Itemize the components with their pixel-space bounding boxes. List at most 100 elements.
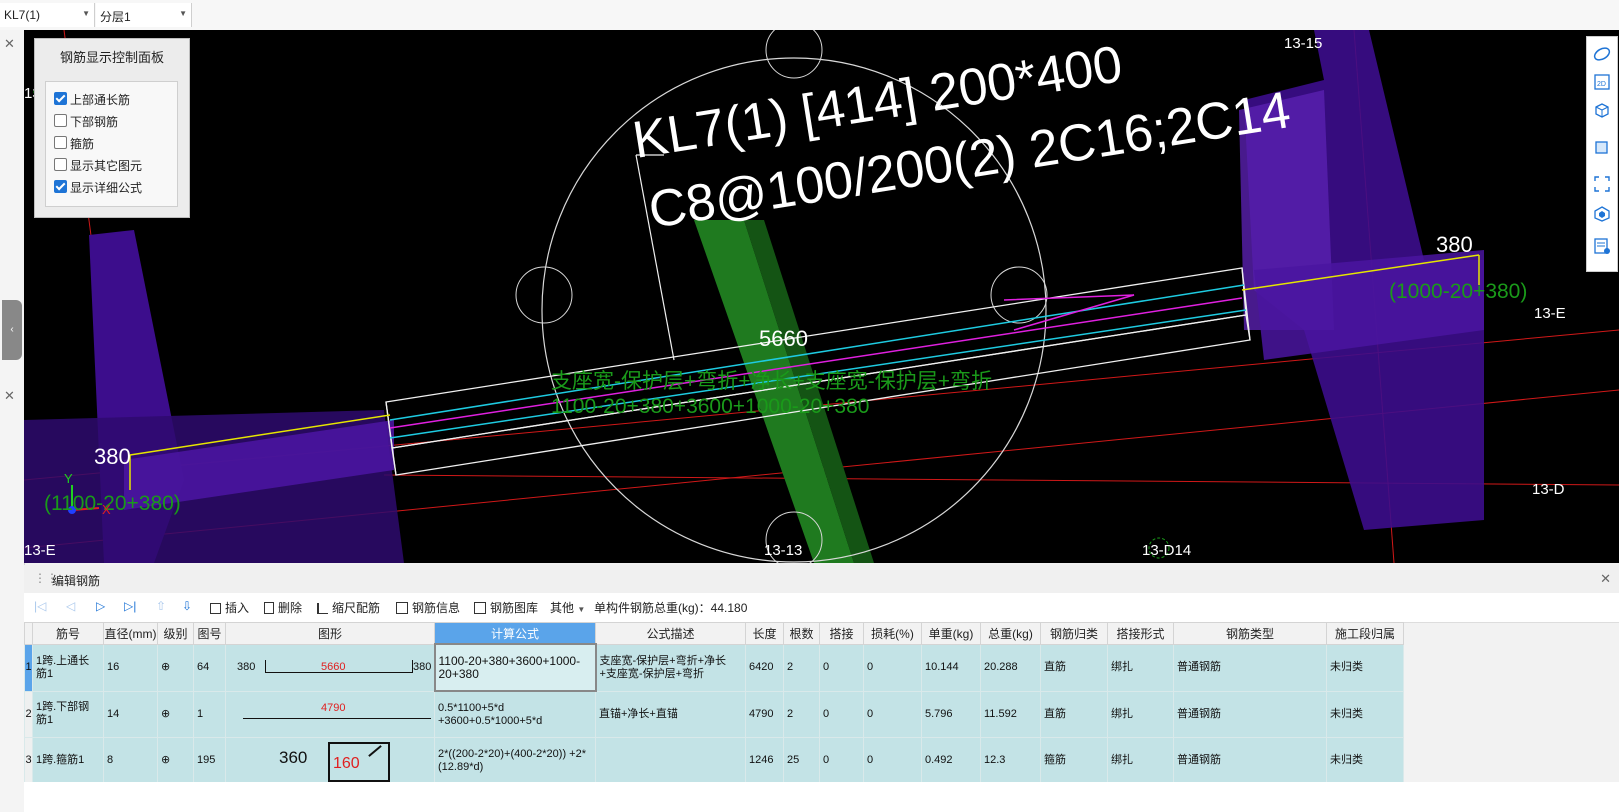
cell-category[interactable]: 箍筋 [1040,737,1108,784]
checkbox-icon[interactable] [54,114,67,127]
cell-description[interactable]: 支座宽-保护层+弯折+净长+支座宽-保护层+弯折 [595,643,746,692]
cell-unit-weight[interactable]: 5.796 [921,690,981,738]
close-icon[interactable]: ✕ [4,36,15,52]
cell-unit-weight[interactable]: 10.144 [921,643,981,692]
cell-lap[interactable]: 0 [819,690,864,738]
cell-segment[interactable]: 未归类 [1326,737,1404,784]
report-icon[interactable] [1593,237,1611,255]
column-header[interactable]: 筋号 [32,622,104,645]
move-down-icon[interactable]: ⇩ [182,599,192,613]
table-row[interactable]: 2 1跨.下部钢筋1 14 ⊕ 1 4790 0.5*1100+5*d +360… [24,690,1404,738]
row-number[interactable]: 2 [24,690,33,738]
table-row[interactable]: 1 1跨.上通长筋1 16 ⊕ 64 380 5660 380 1100-20+… [24,643,1404,692]
cell-rebar-type[interactable]: 普通钢筋 [1173,643,1327,692]
cell-formula[interactable]: 1100-20+380+3600+1000-20+380 [433,643,597,692]
cell-lap[interactable]: 0 [819,643,864,692]
cell-diameter[interactable]: 14 [103,690,158,738]
column-header[interactable]: 级别 [157,622,194,645]
rebar-info-button[interactable]: 钢筋信息 [396,599,460,616]
column-header[interactable]: 图号 [193,622,226,645]
cell-lap[interactable]: 0 [819,737,864,784]
checkbox-icon[interactable] [54,158,67,171]
layer-select[interactable]: 分层1 ▼ [96,3,192,27]
cell-length[interactable]: 6420 [745,643,784,692]
column-header[interactable]: 图形 [225,622,435,645]
cell-bar-name[interactable]: 1跨.上通长筋1 [32,643,104,692]
collapse-handle[interactable]: ‹ [2,300,22,360]
cell-unit-weight[interactable]: 0.492 [921,737,981,784]
cell-diameter[interactable]: 8 [103,737,158,784]
column-header[interactable]: 公式描述 [595,622,746,645]
cell-category[interactable]: 直筋 [1040,690,1108,738]
2d-icon[interactable]: 2D [1593,73,1611,91]
sphere-icon[interactable] [1593,45,1611,63]
cell-diameter[interactable]: 16 [103,643,158,692]
cell-segment[interactable]: 未归类 [1326,690,1404,738]
row-number[interactable]: 1 [24,643,33,692]
close-icon[interactable]: ✕ [1600,571,1611,587]
cell-total-weight[interactable]: 12.3 [980,737,1041,784]
cell-figure-no[interactable]: 195 [193,737,226,784]
cell-total-weight[interactable]: 20.288 [980,643,1041,692]
cell-grade[interactable]: ⊕ [157,737,194,784]
checkbox-icon[interactable] [54,180,67,193]
column-header[interactable]: 施工段归属 [1326,622,1404,645]
cell-shape[interactable]: 360 160 [225,737,435,784]
other-menu[interactable]: 其他 ▼ [550,599,585,616]
cell-description[interactable]: 直锚+净长+直锚 [595,690,746,738]
row-number[interactable]: 3 [24,737,33,784]
component-select[interactable]: KL7(1) ▼ [0,3,95,27]
column-header[interactable]: 根数 [783,622,820,645]
table-row[interactable]: 3 1跨.箍筋1 8 ⊕ 195 360 160 2*((200-2*20)+(… [24,737,1404,784]
cube-solid-icon[interactable] [1593,137,1611,155]
cell-count[interactable]: 25 [783,737,820,784]
cell-figure-no[interactable]: 1 [193,690,226,738]
checkbox-icon[interactable] [54,92,67,105]
first-record-icon[interactable]: |◁ [34,599,46,613]
delete-button[interactable]: 删除 [264,599,302,616]
cube-icon[interactable] [1593,101,1611,119]
cell-loss[interactable]: 0 [863,737,922,784]
cell-lap-form[interactable]: 绑扎 [1107,737,1174,784]
cell-grade[interactable]: ⊕ [157,643,194,692]
table-empty-area[interactable] [24,782,1619,812]
cell-length[interactable]: 1246 [745,737,784,784]
prev-record-icon[interactable]: ◁ [66,599,75,613]
cell-loss[interactable]: 0 [863,690,922,738]
last-record-icon[interactable]: ▷| [124,599,136,613]
cell-count[interactable]: 2 [783,643,820,692]
cell-count[interactable]: 2 [783,690,820,738]
cell-description[interactable] [595,737,746,784]
fullscreen-icon[interactable] [1593,175,1611,193]
cell-length[interactable]: 4790 [745,690,784,738]
move-up-icon[interactable]: ⇧ [156,599,166,613]
cell-category[interactable]: 直筋 [1040,643,1108,692]
cell-shape[interactable]: 4790 [225,690,435,738]
cell-loss[interactable]: 0 [863,643,922,692]
cell-lap-form[interactable]: 绑扎 [1107,643,1174,692]
cell-grade[interactable]: ⊕ [157,690,194,738]
cell-bar-name[interactable]: 1跨.箍筋1 [32,737,104,784]
cell-segment[interactable]: 未归类 [1326,643,1404,692]
next-record-icon[interactable]: ▷ [96,599,105,613]
rebar-library-button[interactable]: 钢筋图库 [474,599,538,616]
column-header[interactable]: 钢筋类型 [1173,622,1327,645]
cell-bar-name[interactable]: 1跨.下部钢筋1 [32,690,104,738]
cell-shape[interactable]: 380 5660 380 [225,643,435,692]
scale-rebar-button[interactable]: 缩尺配筋 [317,599,380,616]
column-header[interactable]: 总重(kg) [980,622,1041,645]
3d-viewport[interactable]: KL7(1) [414] 200*400 C8@100/200(2) 2C16;… [24,30,1619,563]
cell-rebar-type[interactable]: 普通钢筋 [1173,690,1327,738]
checkbox-icon[interactable] [54,136,67,149]
column-header[interactable]: 钢筋归类 [1040,622,1108,645]
cell-rebar-type[interactable]: 普通钢筋 [1173,737,1327,784]
column-header[interactable]: 搭接形式 [1107,622,1174,645]
column-header[interactable]: 直径(mm) [103,622,158,645]
cell-figure-no[interactable]: 64 [193,643,226,692]
close-icon[interactable]: ✕ [4,388,15,404]
cell-lap-form[interactable]: 绑扎 [1107,690,1174,738]
cell-formula[interactable]: 2*((200-2*20)+(400-2*20)) +2*(12.89*d) [434,737,596,784]
column-header[interactable]: 计算公式 [434,622,596,645]
cell-formula[interactable]: 0.5*1100+5*d +3600+0.5*1000+5*d [434,690,596,738]
column-header[interactable]: 搭接 [819,622,864,645]
